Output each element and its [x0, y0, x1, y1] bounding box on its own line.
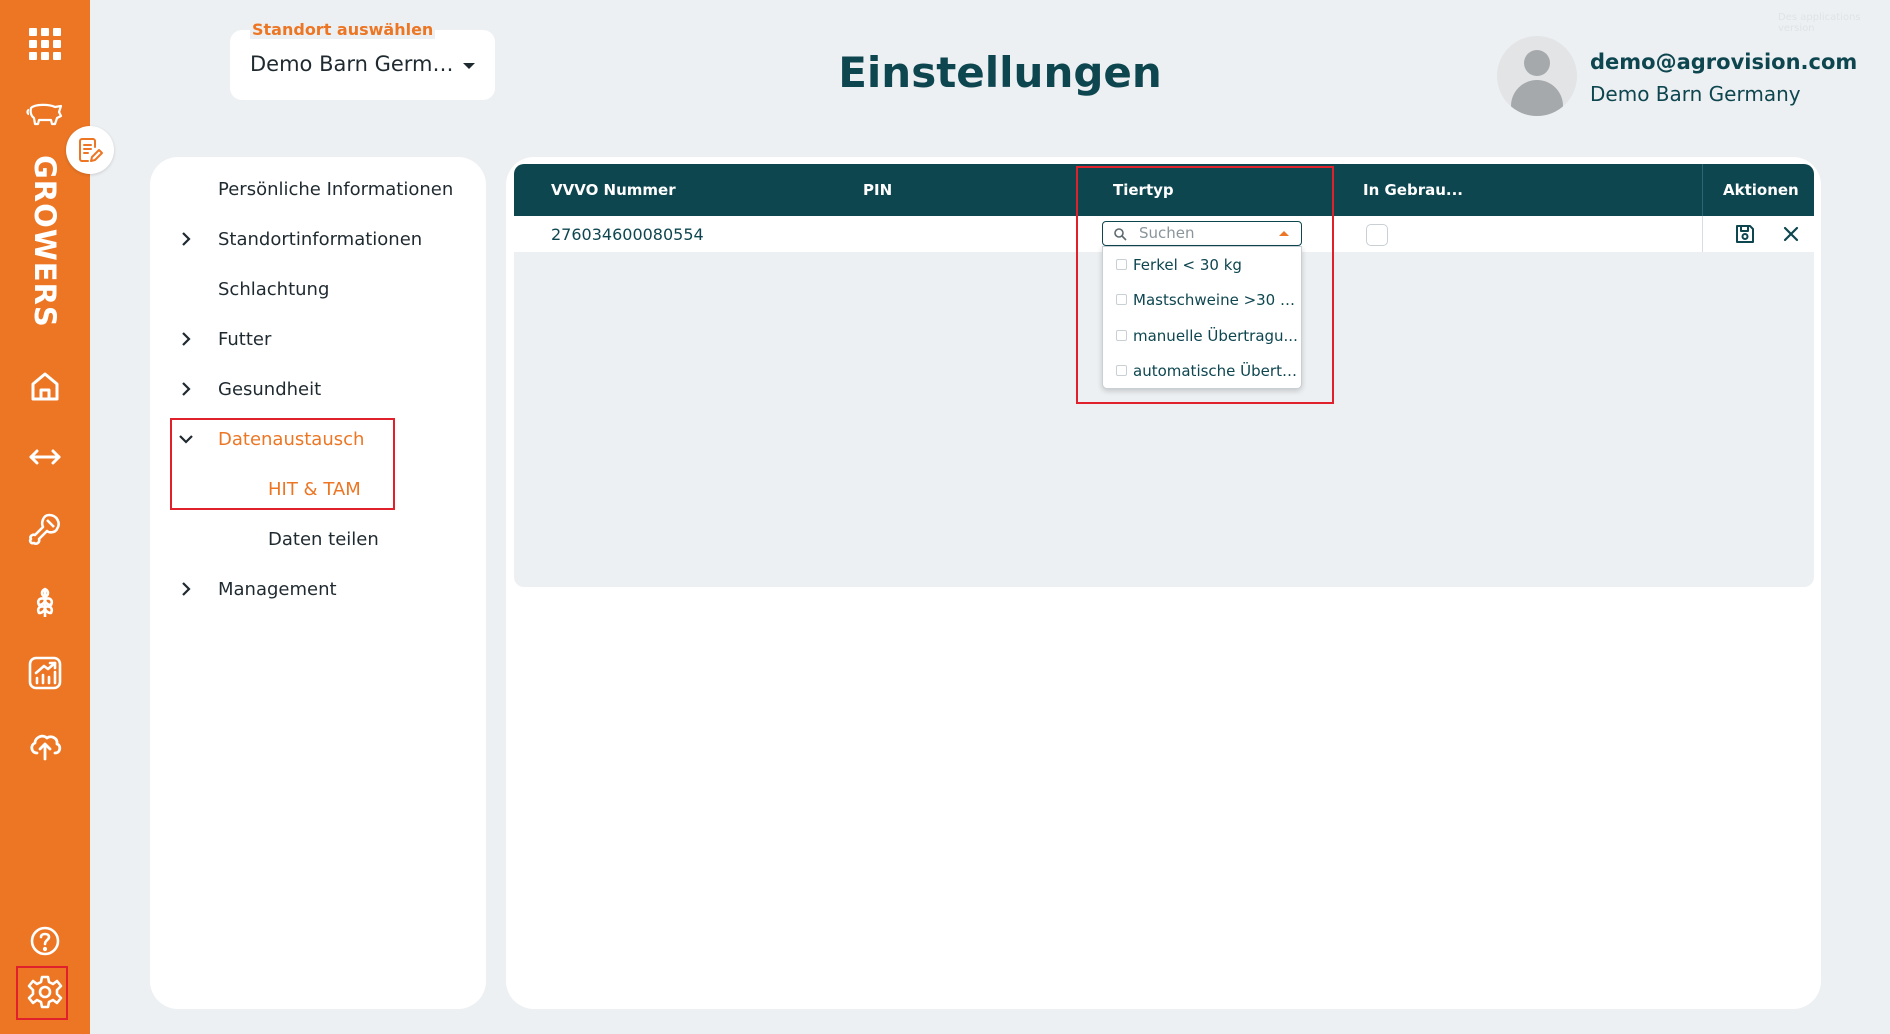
location-selector-value: Demo Barn Germa... — [250, 52, 460, 76]
location-selector[interactable]: Standort auswählen Demo Barn Germa... — [230, 20, 495, 100]
nav-item-label: Futter — [218, 328, 272, 350]
version-note: Des applications version — [1778, 12, 1861, 34]
analytics-icon[interactable] — [21, 649, 69, 697]
nav-item-label: Gesundheit — [218, 378, 322, 400]
tiertyp-highlight-box — [1076, 166, 1334, 404]
column-divider — [1702, 216, 1703, 252]
user-location: Demo Barn Germany — [1590, 82, 1801, 106]
nav-item-feed[interactable]: Futter — [150, 319, 486, 359]
column-divider — [1702, 164, 1703, 216]
column-header-pin[interactable]: PIN — [863, 164, 892, 216]
home-icon[interactable] — [21, 362, 69, 410]
nav-item-label: Persönliche Informationen — [218, 178, 454, 200]
cell-vvvo[interactable]: 276034600080554 — [551, 216, 704, 252]
nav-item-slaughter[interactable]: Schlachtung — [150, 269, 486, 309]
apps-grid-icon[interactable] — [21, 20, 69, 68]
save-icon[interactable] — [1734, 223, 1756, 245]
grain-icon[interactable] — [21, 577, 69, 625]
chevron-right-icon — [182, 332, 191, 346]
nav-item-share-data[interactable]: Daten teilen — [150, 519, 486, 559]
chevron-right-icon — [182, 232, 191, 246]
nav-item-health[interactable]: Gesundheit — [150, 369, 486, 409]
location-selector-label: Standort auswählen — [250, 20, 436, 39]
nav-item-label: Daten teilen — [268, 528, 379, 550]
nav-item-label: Management — [218, 578, 337, 600]
user-email: demo@agrovision.com — [1590, 50, 1858, 74]
chevron-right-icon — [182, 582, 191, 596]
avatar[interactable] — [1497, 36, 1577, 116]
help-icon[interactable] — [21, 917, 69, 965]
upload-cloud-icon[interactable] — [21, 721, 69, 769]
settings-highlight-box — [16, 966, 68, 1020]
pig-icon[interactable] — [21, 90, 69, 138]
avatar-body — [1511, 80, 1563, 116]
column-header-vvvo[interactable]: VVVO Nummer — [551, 164, 676, 216]
transfer-icon[interactable] — [21, 433, 69, 481]
page-title: Einstellungen — [838, 48, 1162, 97]
data-exchange-highlight-box — [170, 418, 395, 510]
column-header-in-use[interactable]: In Gebrau... — [1363, 164, 1463, 216]
meat-icon[interactable] — [21, 505, 69, 553]
close-icon[interactable] — [1780, 223, 1802, 245]
brand-logo: GROWERS — [28, 155, 62, 328]
nav-item-personal-info[interactable]: Persönliche Informationen — [150, 169, 486, 209]
settings-nav: Persönliche Informationen Standortinform… — [150, 157, 486, 1009]
nav-item-management[interactable]: Management — [150, 569, 486, 609]
avatar-head — [1524, 50, 1550, 76]
nav-item-location-info[interactable]: Standortinformationen — [150, 219, 486, 259]
nav-item-label: Schlachtung — [218, 278, 330, 300]
in-use-checkbox[interactable] — [1366, 224, 1388, 246]
nav-item-label: Standortinformationen — [218, 228, 423, 250]
notes-icon[interactable] — [66, 126, 114, 174]
chevron-right-icon — [182, 382, 191, 396]
chevron-down-icon — [463, 63, 475, 69]
column-header-actions: Aktionen — [1723, 181, 1799, 199]
